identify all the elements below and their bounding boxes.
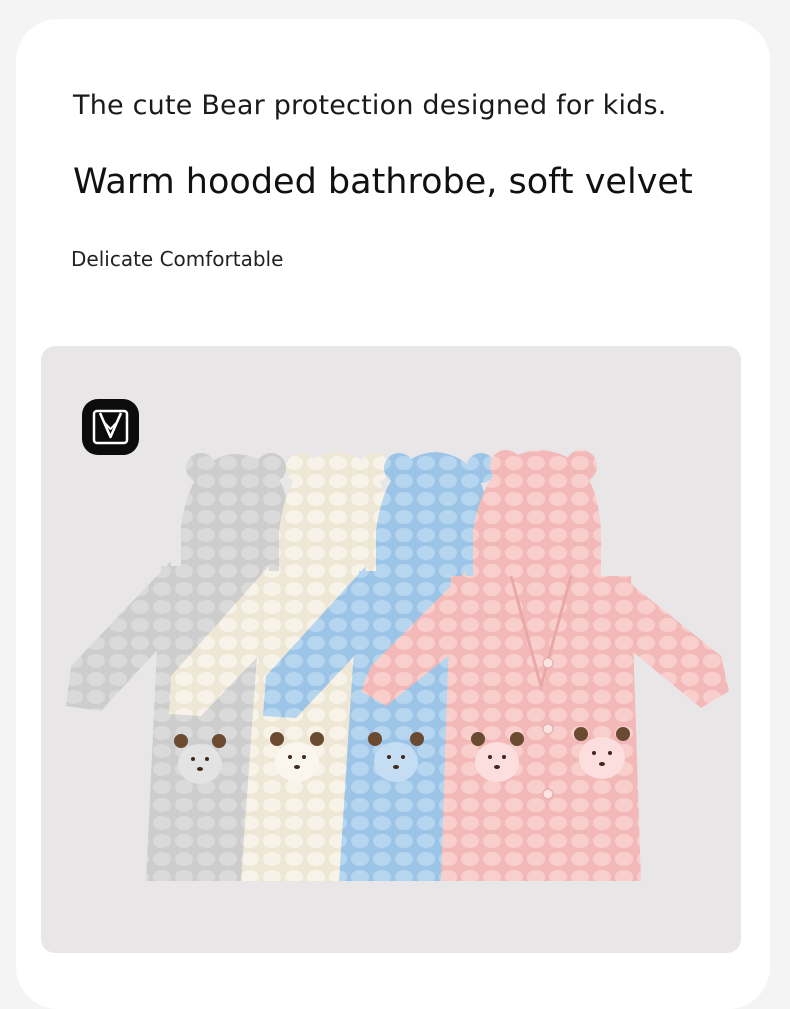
product-photo [41,346,741,953]
headline: Warm hooded bathrobe, soft velvet [73,162,693,202]
subtitle: Delicate Comfortable [71,247,284,271]
robe-icon [82,399,139,455]
bathrobes-illustration [66,450,729,881]
tagline: The cute Bear protection designed for ki… [73,90,667,121]
